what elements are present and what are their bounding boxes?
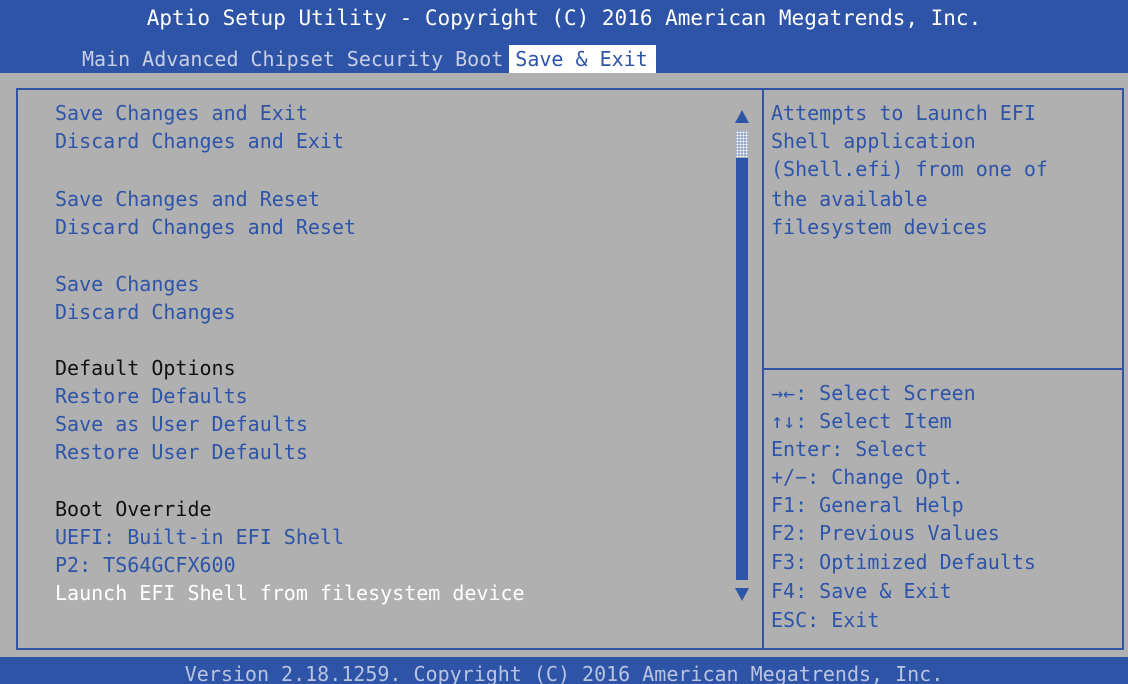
help-line: the available: [771, 187, 928, 211]
key-help-change-opt: +/−: Change Opt.: [771, 465, 964, 489]
menu-item-restore-user-defaults[interactable]: Restore User Defaults: [55, 439, 308, 465]
help-line: Shell application: [771, 129, 976, 153]
scroll-up-arrow-icon[interactable]: [735, 110, 749, 123]
tab-bar: Main Advanced Chipset Security Boot Save…: [76, 45, 656, 73]
key-help-f1: F1: General Help: [771, 493, 964, 517]
key-help-select-item: ↑↓: Select Item: [771, 409, 952, 433]
tab-chipset[interactable]: Chipset: [245, 45, 341, 73]
key-help-f2: F2: Previous Values: [771, 521, 1000, 545]
scroll-down-arrow-icon[interactable]: [735, 588, 749, 601]
tab-security[interactable]: Security: [341, 45, 449, 73]
menu-item-save-as-user-defaults[interactable]: Save as User Defaults: [55, 411, 308, 437]
help-divider-horizontal: [764, 368, 1124, 370]
scrollbar-track[interactable]: [736, 158, 748, 580]
key-help-esc: ESC: Exit: [771, 608, 880, 632]
bios-setup-screen: Aptio Setup Utility - Copyright (C) 2016…: [0, 0, 1128, 684]
help-line: filesystem devices: [771, 215, 988, 239]
tab-main[interactable]: Main: [76, 45, 136, 73]
key-help-f4: F4: Save & Exit: [771, 579, 952, 603]
app-title: Aptio Setup Utility - Copyright (C) 2016…: [146, 6, 982, 30]
menu-item-uefi-builtin-efi-shell[interactable]: UEFI: Built-in EFI Shell: [55, 524, 344, 550]
menu-item-p2-device[interactable]: P2: TS64GCFX600: [55, 552, 236, 578]
menu-item-save-changes-and-reset[interactable]: Save Changes and Reset: [55, 186, 320, 212]
key-help-f3: F3: Optimized Defaults: [771, 550, 1036, 574]
header-bar: Aptio Setup Utility - Copyright (C) 2016…: [0, 0, 1128, 73]
key-help-select-screen: →←: Select Screen: [771, 381, 976, 405]
footer-bar: Version 2.18.1259. Copyright (C) 2016 Am…: [0, 657, 1128, 684]
menu-item-discard-changes-and-exit[interactable]: Discard Changes and Exit: [55, 128, 344, 154]
menu-item-save-changes-and-exit[interactable]: Save Changes and Exit: [55, 100, 308, 126]
tab-advanced[interactable]: Advanced: [136, 45, 244, 73]
help-line: Attempts to Launch EFI: [771, 101, 1036, 125]
section-header-boot-override: Boot Override: [55, 497, 212, 521]
tab-boot[interactable]: Boot: [449, 45, 509, 73]
section-header-default-options: Default Options: [55, 356, 236, 380]
help-line: (Shell.efi) from one of: [771, 157, 1048, 181]
menu-item-discard-changes[interactable]: Discard Changes: [55, 299, 236, 325]
version-footer: Version 2.18.1259. Copyright (C) 2016 Am…: [184, 662, 944, 684]
scrollbar-thumb[interactable]: [736, 131, 748, 157]
menu-item-save-changes[interactable]: Save Changes: [55, 271, 200, 297]
tab-save-exit[interactable]: Save & Exit: [509, 45, 656, 73]
key-help-enter: Enter: Select: [771, 437, 928, 461]
menu-item-discard-changes-and-reset[interactable]: Discard Changes and Reset: [55, 214, 356, 240]
menu-item-launch-efi-shell[interactable]: Launch EFI Shell from filesystem device: [55, 580, 525, 606]
menu-item-restore-defaults[interactable]: Restore Defaults: [55, 383, 248, 409]
